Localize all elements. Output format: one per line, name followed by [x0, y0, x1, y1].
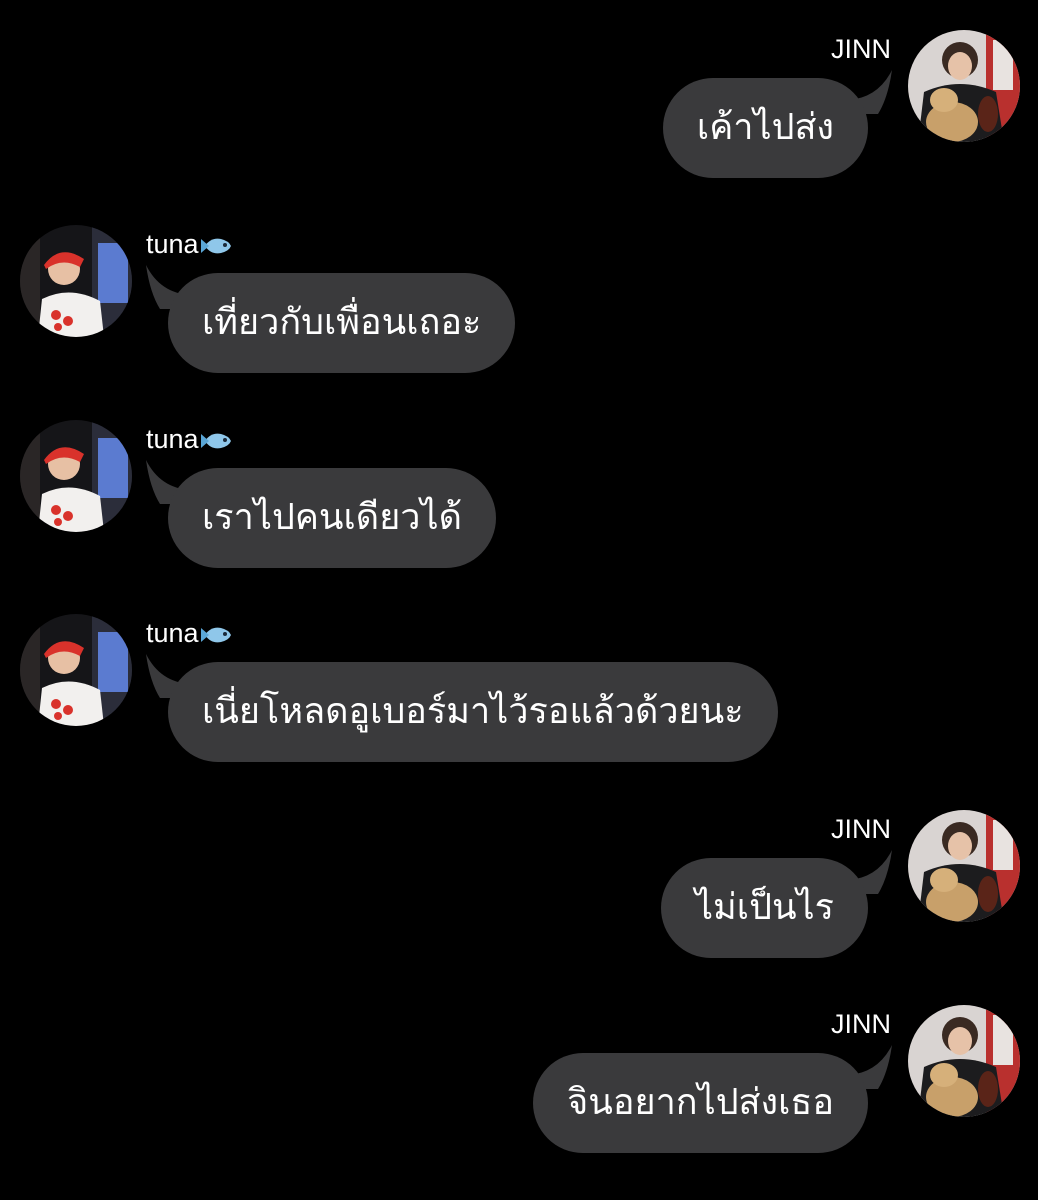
sender-name-text: tuna	[146, 424, 199, 454]
tuna-avatar-icon	[20, 420, 132, 532]
fish-icon	[200, 627, 231, 643]
sender-name: JINN	[831, 814, 891, 844]
avatar-jinn[interactable]	[908, 1005, 1020, 1117]
message-bubble[interactable]: เราไปคนเดียวได้	[168, 468, 496, 568]
message-row: JINN ไม่เป็นไร	[0, 810, 1038, 970]
sender-name: tuna	[146, 618, 233, 648]
message-bubble[interactable]: เนี่ยโหลดอูเบอร์มาไว้รอแล้วด้วยนะ	[168, 662, 778, 762]
avatar-jinn[interactable]	[908, 810, 1020, 922]
sender-name: tuna	[146, 229, 233, 259]
sender-name: tuna	[146, 424, 233, 454]
jinn-avatar-icon	[908, 810, 1020, 922]
avatar-tuna[interactable]	[20, 614, 132, 726]
fish-icon	[200, 238, 231, 254]
message-bubble[interactable]: เค้าไปส่ง	[662, 78, 868, 178]
sender-name: JINN	[831, 1009, 891, 1039]
message-bubble[interactable]: จินอยากไปส่งเธอ	[533, 1053, 868, 1153]
message-row: tuna เราไปคนเดียวได้	[0, 420, 1038, 580]
message-row: JINN เค้าไปส่ง	[0, 30, 1038, 190]
sender-name-text: tuna	[146, 618, 199, 648]
jinn-avatar-icon	[908, 30, 1020, 142]
message-row: JINN จินอยากไปส่งเธอ	[0, 1005, 1038, 1165]
avatar-tuna[interactable]	[20, 420, 132, 532]
sender-name: JINN	[831, 34, 891, 64]
message-bubble[interactable]: ไม่เป็นไร	[660, 858, 868, 958]
sender-name-text: tuna	[146, 229, 199, 259]
jinn-avatar-icon	[908, 1005, 1020, 1117]
message-bubble[interactable]: เที่ยวกับเพื่อนเถอะ	[168, 273, 516, 373]
avatar-jinn[interactable]	[908, 30, 1020, 142]
avatar-tuna[interactable]	[20, 225, 132, 337]
message-row: tuna เนี่ยโหลดอูเบอร์มาไว้รอแล้วด้วยนะ	[0, 614, 1038, 774]
tuna-avatar-icon	[20, 225, 132, 337]
tuna-avatar-icon	[20, 614, 132, 726]
fish-icon	[200, 433, 231, 449]
message-row: tuna เที่ยวกับเพื่อนเถอะ	[0, 225, 1038, 385]
